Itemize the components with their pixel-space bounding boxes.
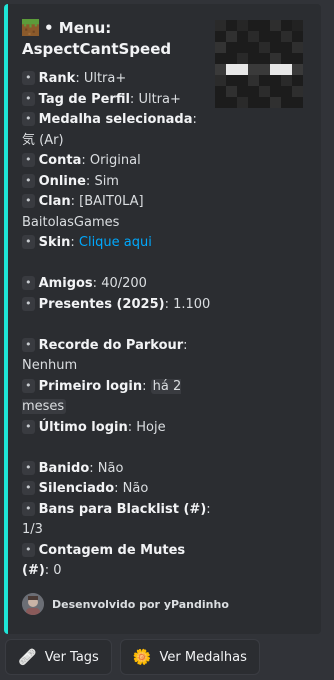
field-label: Online	[38, 173, 86, 189]
field-value: Ultra+	[83, 71, 127, 86]
field-muted: • Silenciado: Não	[22, 479, 212, 500]
footer-text: Desenvolvido por yPandinho	[52, 597, 229, 611]
field-value: 1.100	[173, 296, 211, 312]
bullet: •	[22, 112, 35, 126]
field-parkour-record: • Recorde do Parkour: Nenhum	[22, 337, 188, 373]
bullet: •	[22, 276, 35, 290]
field-gifts: • Presentes (2025): 1.100	[22, 295, 212, 316]
field-value: Ultra+	[138, 91, 181, 107]
field-label: Bans para Blacklist (#)	[38, 501, 207, 517]
field-value: Hoje	[136, 419, 166, 435]
embed-content: • Menu: AspectCantSpeed • Rank: Ultra+ • T…	[22, 18, 212, 582]
bullet: •	[22, 91, 35, 106]
view-medals-button[interactable]: 🌼 Ver Medalhas	[119, 639, 260, 675]
bullet: •	[22, 419, 35, 434]
skin-head-thumbnail[interactable]	[215, 20, 303, 108]
field-label: Silenciado	[38, 481, 115, 496]
field-label: Primeiro login	[38, 378, 143, 394]
field-label: Skin	[38, 235, 71, 250]
skin-link[interactable]: Clique aqui	[79, 235, 152, 250]
field-label: Amigos	[38, 276, 93, 291]
field-skin: • Skin: Clique aqui	[22, 233, 212, 254]
field-mute-count: • Contagem de Mutes (#): 0	[22, 542, 186, 579]
field-value: 40/200	[101, 276, 147, 291]
embed-title: • Menu: AspectCantSpeed	[22, 18, 212, 60]
view-medals-label: Ver Medalhas	[159, 649, 247, 665]
field-value: Não	[122, 481, 149, 496]
bullet: •	[22, 235, 35, 249]
bullet: •	[22, 460, 35, 475]
field-blacklist-bans: • Bans para Blacklist (#): 1/3	[22, 501, 211, 537]
field-value: 0	[53, 563, 62, 578]
grass-block-icon	[22, 19, 39, 36]
field-list: • Rank: Ultra+ • Tag de Perfil: Ultra+ • Me…	[22, 69, 212, 582]
profile-embed: • Menu: AspectCantSpeed • Rank: Ultra+ • T…	[4, 4, 321, 634]
field-label: Conta	[38, 153, 82, 168]
field-account: • Conta: Original	[22, 151, 212, 172]
field-label: Contagem de Mutes (#)	[22, 542, 186, 579]
field-label: Banido	[38, 460, 90, 476]
medal-icon: 🌼	[132, 647, 152, 666]
avatar-image	[22, 593, 44, 615]
field-value: Nenhum	[22, 358, 78, 373]
field-value: 気 (Ar)	[22, 132, 64, 148]
field-profile-tag: • Tag de Perfil: Ultra+	[22, 90, 212, 111]
bullet: •	[22, 542, 35, 557]
field-value: Sim	[94, 173, 119, 189]
field-friends: • Amigos: 40/200	[22, 274, 212, 295]
title-username: AspectCantSpeed	[22, 40, 172, 58]
field-selected-medal: • Medalha selecionada: 気 (Ar)	[22, 112, 197, 148]
field-first-login: • Primeiro login: há 2 meses	[22, 378, 182, 414]
field-last-login: • Último login: Hoje	[22, 418, 212, 439]
field-value: 1/3	[22, 522, 43, 537]
bullet: •	[22, 71, 35, 85]
avatar	[22, 593, 44, 615]
title-line-1: • Menu:	[44, 19, 112, 37]
embed-footer: Desenvolvido por yPandinho	[22, 593, 229, 615]
action-row: 🩹 Ver Tags 🌼 Ver Medalhas	[5, 639, 260, 675]
bullet: •	[22, 153, 35, 167]
field-banned: • Banido: Não	[22, 459, 212, 480]
field-label: Tag de Perfil	[38, 91, 130, 107]
field-online: • Online: Sim	[22, 172, 212, 193]
field-rank: • Rank: Ultra+	[22, 69, 212, 90]
bullet: •	[22, 501, 35, 516]
field-value: Original	[89, 153, 141, 168]
field-label: Último login	[38, 419, 128, 435]
bullet: •	[22, 378, 35, 393]
field-value: Não	[97, 460, 124, 476]
field-label: Clan	[38, 194, 71, 209]
bandage-icon: 🩹	[18, 647, 37, 666]
field-clan: • Clan: [BAIT0LA] BaitolasGames	[22, 194, 144, 230]
view-tags-label: Ver Tags	[44, 649, 99, 665]
bullet: •	[22, 173, 35, 188]
view-tags-button[interactable]: 🩹 Ver Tags	[5, 639, 112, 675]
bullet: •	[22, 337, 35, 352]
field-label: Rank	[38, 71, 76, 86]
bullet: •	[22, 481, 35, 495]
field-label: Presentes (2025)	[38, 296, 165, 312]
field-label: Medalha selecionada	[38, 112, 193, 127]
bullet: •	[22, 194, 35, 208]
field-label: Recorde do Parkour	[38, 337, 184, 353]
bullet: •	[22, 296, 35, 311]
